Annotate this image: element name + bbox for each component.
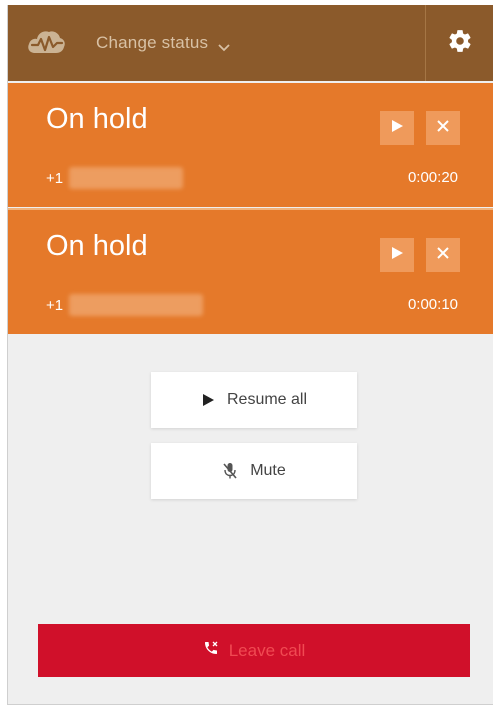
end-call-button[interactable] <box>426 238 460 272</box>
end-call-button[interactable] <box>426 111 460 145</box>
resume-call-button[interactable] <box>380 238 414 272</box>
microphone-off-icon <box>222 462 238 480</box>
call-card: On hold +1 0:00:20 <box>8 83 493 207</box>
close-icon <box>435 245 451 266</box>
play-icon <box>389 118 405 139</box>
play-icon <box>389 245 405 266</box>
chevron-down-icon <box>218 39 230 52</box>
call-widget: Change status On hold +1 0:00:20 On hold… <box>7 5 493 705</box>
call-phone-number: +1 <box>46 294 204 316</box>
phone-prefix: +1 <box>46 296 64 314</box>
mute-label: Mute <box>250 462 286 479</box>
call-card: On hold +1 0:00:10 <box>8 210 493 334</box>
resume-call-button[interactable] <box>380 111 414 145</box>
change-status-label: Change status <box>96 33 209 52</box>
call-phone-number: +1 <box>46 167 184 189</box>
change-status-dropdown[interactable]: Change status <box>96 31 230 55</box>
call-status-title: On hold <box>46 230 148 262</box>
resume-all-label: Resume all <box>226 391 308 408</box>
redacted-number <box>69 167 184 189</box>
mute-button[interactable]: Mute <box>151 443 357 499</box>
leave-call-button[interactable]: Leave call <box>38 624 470 677</box>
play-icon <box>201 393 215 407</box>
cloud-wave-logo-icon <box>26 25 66 59</box>
call-timer: 0:00:10 <box>407 296 458 313</box>
header-bar: Change status <box>8 5 493 81</box>
leave-call-label: Leave call <box>228 640 306 660</box>
phone-prefix: +1 <box>46 169 64 187</box>
resume-all-button[interactable]: Resume all <box>151 372 357 428</box>
redacted-number <box>69 294 204 316</box>
gear-icon <box>447 28 473 59</box>
call-status-title: On hold <box>46 103 148 135</box>
settings-button[interactable] <box>426 5 493 81</box>
phone-hangup-icon <box>203 640 219 661</box>
call-timer: 0:00:20 <box>407 169 458 186</box>
close-icon <box>435 118 451 139</box>
